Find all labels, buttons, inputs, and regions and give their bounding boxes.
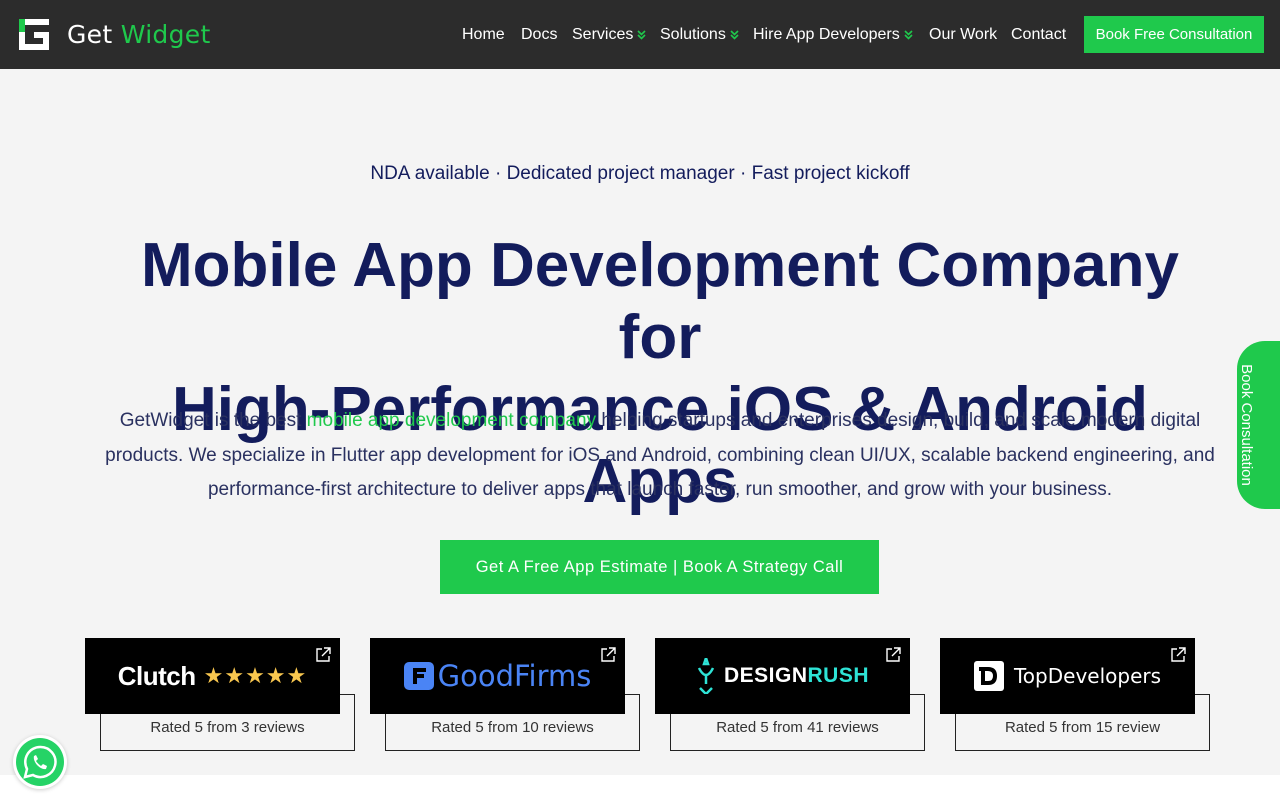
free-estimate-cta-button[interactable]: Get A Free App Estimate | Book A Strateg…: [440, 540, 879, 594]
nav-item-our-work[interactable]: Our Work: [929, 26, 997, 44]
external-link-icon: [316, 647, 331, 662]
desc-text-start: GetWidget is the best: [119, 410, 307, 431]
chevron-down-icon: [730, 30, 739, 40]
goodfirms-logo: GoodFirms: [370, 638, 625, 714]
logo-text: Get Widget: [67, 20, 211, 49]
headline-line-1: Mobile App Development Company for: [140, 231, 1179, 372]
hero-description: GetWidget is the best mobile app develop…: [100, 404, 1220, 508]
nav-item-label: Services: [572, 26, 634, 43]
clutch-logo: Clutch ★★★★★: [85, 638, 340, 714]
whatsapp-button[interactable]: [13, 735, 67, 789]
book-free-consultation-button[interactable]: Book Free Consultation: [1084, 16, 1264, 53]
topdevelopers-badge[interactable]: TopDevelopers: [940, 638, 1195, 714]
topdevelopers-logo: TopDevelopers: [940, 638, 1195, 714]
designrush-brand-part2: RUSH: [807, 664, 870, 687]
designrush-brand-name: DESIGNRUSH: [724, 664, 869, 688]
designrush-brand-part1: DESIGN: [723, 664, 808, 687]
topdevelopers-brand-name: TopDevelopers: [1013, 664, 1162, 688]
chevron-down-icon: [637, 30, 646, 40]
top-navbar: Get Widget Home Docs Services Solutions …: [0, 0, 1280, 69]
designrush-rating-text: Rated 5 from 41 reviews: [716, 719, 879, 736]
nav-item-services[interactable]: Services: [572, 26, 646, 44]
designrush-trophy-icon: [697, 658, 715, 694]
nav-item-hire-app-developers[interactable]: Hire App Developers: [753, 26, 913, 44]
nav-item-docs[interactable]: Docs: [521, 26, 557, 44]
nav-item-contact[interactable]: Contact: [1011, 26, 1066, 44]
goodfirms-rating-text: Rated 5 from 10 reviews: [431, 719, 594, 736]
chevron-down-icon: [904, 30, 913, 40]
nav-item-label: Contact: [1011, 26, 1067, 43]
star-rating: ★★★★★: [203, 663, 308, 688]
nav-item-label: Our Work: [929, 26, 998, 43]
clutch-badge[interactable]: Clutch ★★★★★: [85, 638, 340, 714]
goodfirms-brand-name: GoodFirms: [437, 659, 592, 693]
hero-tagline: NDA available · Dedicated project manage…: [370, 163, 910, 184]
nav-item-label: Solutions: [660, 26, 726, 43]
clutch-brand-name: Clutch: [117, 660, 196, 691]
nav-item-solutions[interactable]: Solutions: [660, 26, 739, 44]
nav-item-label: Hire App Developers: [753, 26, 900, 43]
external-link-icon: [886, 647, 901, 662]
clutch-rating-text: Rated 5 from 3 reviews: [150, 719, 305, 736]
external-link-icon: [601, 647, 616, 662]
topdevelopers-rating-text: Rated 5 from 15 review: [1004, 719, 1161, 736]
nav-item-label: Home: [462, 26, 505, 43]
mobile-app-development-company-link[interactable]: mobile app development company: [307, 410, 596, 431]
designrush-logo: DESIGNRUSH: [655, 638, 910, 714]
nav-item-label: Docs: [521, 26, 558, 43]
side-tab-label: Book Consultation: [1238, 364, 1255, 486]
goodfirms-g-icon: [403, 662, 434, 690]
logo[interactable]: Get Widget: [16, 17, 211, 51]
external-link-icon: [1171, 647, 1186, 662]
nav-item-home[interactable]: Home: [462, 26, 505, 44]
logo-word-widget: Widget: [120, 19, 211, 49]
designrush-badge[interactable]: DESIGNRUSH: [655, 638, 910, 714]
logo-word-get: Get: [67, 19, 113, 49]
goodfirms-badge[interactable]: GoodFirms: [370, 638, 625, 714]
section-divider: [0, 775, 1280, 800]
getwidget-logo-icon: [19, 19, 49, 50]
whatsapp-icon: [16, 738, 64, 786]
topdevelopers-d-icon: [973, 661, 1004, 691]
